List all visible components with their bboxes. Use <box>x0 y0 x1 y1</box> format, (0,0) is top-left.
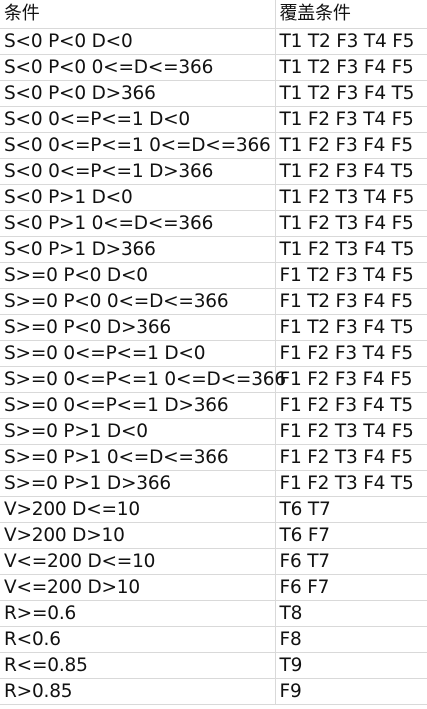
table-row: R<0.6 F8 <box>0 626 427 653</box>
cell-coverage[interactable]: T1 F2 F3 F4 F5 <box>275 132 427 159</box>
cell-coverage[interactable]: T1 F2 T3 F4 F5 <box>275 210 427 237</box>
cell-coverage[interactable]: T1 T2 F3 T4 F5 <box>275 28 427 55</box>
cell-condition[interactable]: S>=0 0<=P<=1 D<0 <box>0 340 276 367</box>
cell-coverage[interactable]: F1 F2 T3 F4 T5 <box>275 470 427 497</box>
table-row: S>=0 P<0 D<0 F1 T2 F3 T4 F5 <box>0 262 427 289</box>
cell-coverage[interactable]: T6 T7 <box>275 496 427 523</box>
cell-condition[interactable]: S<0 P>1 0<=D<=366 <box>0 210 276 237</box>
cell-coverage[interactable]: T1 F2 F3 F4 T5 <box>275 158 427 185</box>
cell-coverage[interactable]: F6 F7 <box>275 574 427 601</box>
cell-coverage[interactable]: F9 <box>275 678 427 705</box>
cell-condition[interactable]: S<0 0<=P<=1 D<0 <box>0 106 276 133</box>
table-row: R>0.85 F9 <box>0 678 427 705</box>
table-row: S<0 0<=P<=1 D<0 T1 F2 F3 T4 F5 <box>0 106 427 133</box>
cell-coverage[interactable]: F1 T2 F3 F4 F5 <box>275 288 427 315</box>
table-row: S>=0 0<=P<=1 D>366 F1 F2 F3 F4 T5 <box>0 392 427 419</box>
table-row: S<0 P>1 D<0 T1 F2 T3 T4 F5 <box>0 184 427 211</box>
cell-condition[interactable]: R>0.85 <box>0 678 276 705</box>
cell-condition[interactable]: V>200 D>10 <box>0 522 276 549</box>
table-row: S<0 P<0 D<0 T1 T2 F3 T4 F5 <box>0 28 427 55</box>
cell-coverage[interactable]: F8 <box>275 626 427 653</box>
cell-coverage[interactable]: F1 F2 T3 F4 F5 <box>275 444 427 471</box>
cell-coverage[interactable]: T9 <box>275 652 427 679</box>
table-row: S>=0 0<=P<=1 0<=D<=366 F1 F2 F3 F4 F5 <box>0 366 427 393</box>
cell-condition[interactable]: S>=0 P<0 D<0 <box>0 262 276 289</box>
table-row: V>200 D<=10 T6 T7 <box>0 496 427 523</box>
table-row: R<=0.85 T9 <box>0 652 427 679</box>
cell-condition[interactable]: S<0 P<0 D<0 <box>0 28 276 55</box>
cell-condition[interactable]: S<0 P<0 0<=D<=366 <box>0 54 276 81</box>
table-row: S>=0 P<0 D>366 F1 T2 F3 F4 T5 <box>0 314 427 341</box>
cell-condition[interactable]: S<0 P>1 D>366 <box>0 236 276 263</box>
table-row: S<0 P>1 D>366 T1 F2 T3 F4 T5 <box>0 236 427 263</box>
cell-coverage[interactable]: F6 T7 <box>275 548 427 575</box>
table-row: S>=0 P>1 D>366 F1 F2 T3 F4 T5 <box>0 470 427 497</box>
table-row: V<=200 D<=10 F6 T7 <box>0 548 427 575</box>
condition-coverage-table: 条件 覆盖条件 S<0 P<0 D<0 T1 T2 F3 T4 F5 S<0 P<0… <box>0 0 427 705</box>
cell-condition[interactable]: S>=0 0<=P<=1 D>366 <box>0 392 276 419</box>
cell-condition[interactable]: S>=0 P>1 D>366 <box>0 470 276 497</box>
header-cell-coverage[interactable]: 覆盖条件 <box>275 0 427 29</box>
table-row: S<0 P<0 D>366 T1 T2 F3 F4 T5 <box>0 80 427 107</box>
cell-coverage[interactable]: F1 F2 F3 T4 F5 <box>275 340 427 367</box>
cell-coverage[interactable]: T1 F2 F3 T4 F5 <box>275 106 427 133</box>
cell-coverage[interactable]: T1 F2 T3 F4 T5 <box>275 236 427 263</box>
cell-condition[interactable]: S>=0 P>1 D<0 <box>0 418 276 445</box>
cell-condition[interactable]: S<0 0<=P<=1 0<=D<=366 <box>0 132 276 159</box>
cell-condition[interactable]: S>=0 P>1 0<=D<=366 <box>0 444 276 471</box>
cell-condition[interactable]: R>=0.6 <box>0 600 276 627</box>
table-row: S>=0 0<=P<=1 D<0 F1 F2 F3 T4 F5 <box>0 340 427 367</box>
cell-coverage[interactable]: F1 T2 F3 F4 T5 <box>275 314 427 341</box>
table-row: S<0 P<0 0<=D<=366 T1 T2 F3 F4 F5 <box>0 54 427 81</box>
header-cell-condition[interactable]: 条件 <box>0 0 276 29</box>
cell-condition[interactable]: S<0 P>1 D<0 <box>0 184 276 211</box>
cell-condition[interactable]: V<=200 D>10 <box>0 574 276 601</box>
cell-coverage[interactable]: T8 <box>275 600 427 627</box>
cell-condition[interactable]: R<0.6 <box>0 626 276 653</box>
cell-coverage[interactable]: T1 T2 F3 F4 F5 <box>275 54 427 81</box>
cell-coverage[interactable]: F1 F2 F3 F4 T5 <box>275 392 427 419</box>
table-row: V>200 D>10 T6 F7 <box>0 522 427 549</box>
table-row: S>=0 P>1 0<=D<=366 F1 F2 T3 F4 F5 <box>0 444 427 471</box>
cell-condition[interactable]: S<0 0<=P<=1 D>366 <box>0 158 276 185</box>
cell-condition[interactable]: S>=0 0<=P<=1 0<=D<=366 <box>0 366 286 393</box>
table-row: V<=200 D>10 F6 F7 <box>0 574 427 601</box>
cell-condition[interactable]: V<=200 D<=10 <box>0 548 276 575</box>
cell-coverage[interactable]: T6 F7 <box>275 522 427 549</box>
table-row: S>=0 P<0 0<=D<=366 F1 T2 F3 F4 F5 <box>0 288 427 315</box>
cell-condition[interactable]: R<=0.85 <box>0 652 276 679</box>
table-row: S<0 0<=P<=1 0<=D<=366 T1 F2 F3 F4 F5 <box>0 132 427 159</box>
table-row: S<0 P>1 0<=D<=366 T1 F2 T3 F4 F5 <box>0 210 427 237</box>
table-body: 条件 覆盖条件 S<0 P<0 D<0 T1 T2 F3 T4 F5 S<0 P<0… <box>0 0 427 705</box>
cell-condition[interactable]: S>=0 P<0 0<=D<=366 <box>0 288 276 315</box>
cell-coverage[interactable]: T1 T2 F3 F4 T5 <box>275 80 427 107</box>
table-row: S>=0 P>1 D<0 F1 F2 T3 T4 F5 <box>0 418 427 445</box>
cell-coverage[interactable]: F1 F2 F3 F4 F5 <box>275 366 427 393</box>
cell-condition[interactable]: V>200 D<=10 <box>0 496 276 523</box>
cell-condition[interactable]: S>=0 P<0 D>366 <box>0 314 276 341</box>
header-row: 条件 覆盖条件 <box>0 0 427 29</box>
table-row: S<0 0<=P<=1 D>366 T1 F2 F3 F4 T5 <box>0 158 427 185</box>
cell-coverage[interactable]: T1 F2 T3 T4 F5 <box>275 184 427 211</box>
cell-coverage[interactable]: F1 T2 F3 T4 F5 <box>275 262 427 289</box>
spreadsheet-grid: 条件 覆盖条件 S<0 P<0 D<0 T1 T2 F3 T4 F5 S<0 P<0… <box>0 0 427 709</box>
table-row: R>=0.6 T8 <box>0 600 427 627</box>
cell-coverage[interactable]: F1 F2 T3 T4 F5 <box>275 418 427 445</box>
cell-condition[interactable]: S<0 P<0 D>366 <box>0 80 276 107</box>
